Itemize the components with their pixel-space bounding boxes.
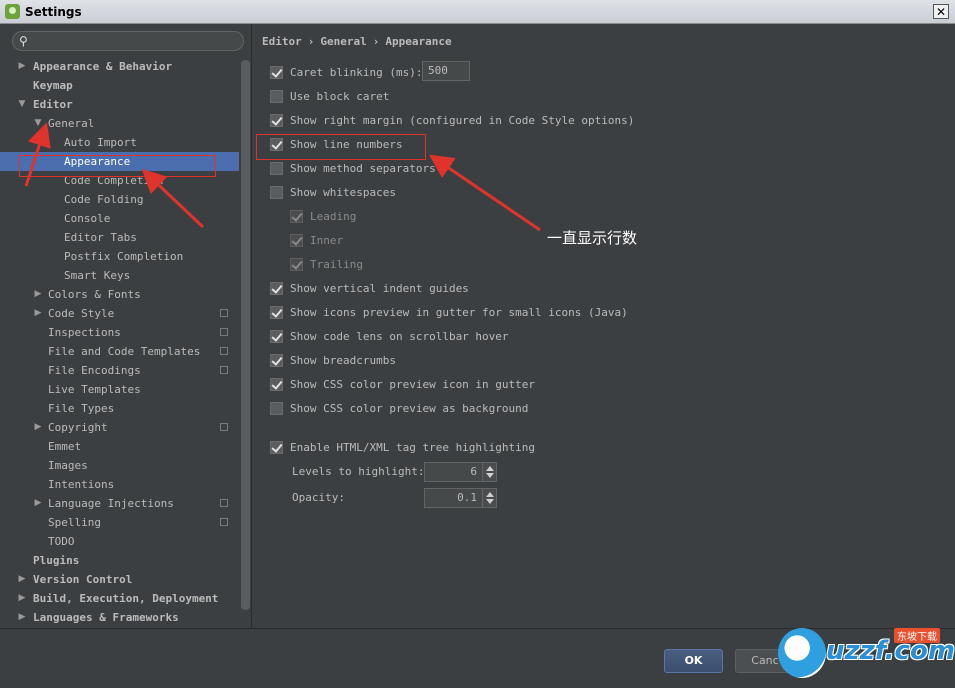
arrow-to-general bbox=[24, 122, 51, 187]
arrow-to-line-numbers bbox=[429, 154, 541, 232]
annotation-arrows bbox=[24, 122, 541, 232]
uzzf-watermark-logo: uzzf.com 东坡下载 bbox=[778, 622, 955, 684]
watermark-badge: 东坡下载 bbox=[894, 628, 940, 643]
annotation-text: 一直显示行数 bbox=[547, 229, 638, 247]
uzzf-logo-icon bbox=[778, 628, 826, 678]
arrow-to-appearance bbox=[141, 168, 205, 229]
